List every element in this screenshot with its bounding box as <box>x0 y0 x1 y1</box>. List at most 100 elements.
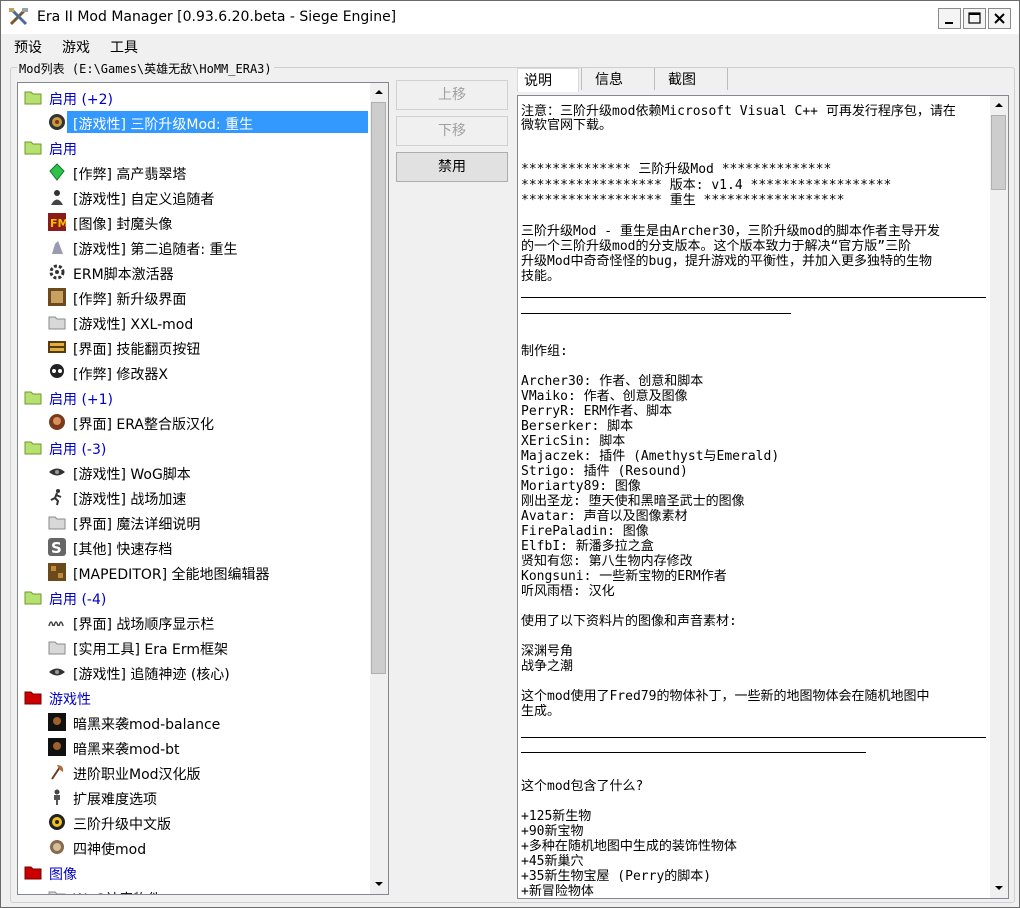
mod-list-item[interactable]: [界面] ERA整合版汉化 <box>18 410 368 434</box>
mod-list-item[interactable]: 暗黑来袭mod-bt <box>18 735 368 759</box>
mod-list-item[interactable]: [作弊] 修改器X <box>18 360 368 384</box>
description-scroll-thumb[interactable] <box>991 115 1006 190</box>
upgrade-panel-icon <box>48 288 66 306</box>
divider <box>521 313 791 314</box>
mod-list-item[interactable]: WoG神奇物件 <box>18 885 368 894</box>
mod-category[interactable]: 图像 <box>18 860 368 884</box>
mod-list-item[interactable]: 进阶职业Mod汉化版 <box>18 760 368 784</box>
close-button[interactable] <box>988 8 1011 29</box>
description-line: 使用了以下资料片的图像和声音素材: <box>521 614 737 629</box>
description-scrollbar[interactable] <box>990 96 1008 898</box>
scroll-up-icon[interactable] <box>370 83 388 101</box>
svg-text:FM: FM <box>50 217 66 230</box>
hero-silhouette-icon <box>48 188 66 206</box>
mod-list-scroll-thumb[interactable] <box>371 102 386 674</box>
mod-label: 进阶职业Mod汉化版 <box>73 767 201 783</box>
mod-list-item[interactable]: 三阶升级中文版 <box>18 810 368 834</box>
description-line: 生成。 <box>521 704 561 719</box>
description-line: +90新宝物 <box>521 824 584 839</box>
description-line: Avatar: 声音以及图像素材 <box>521 509 688 524</box>
mod-label: 图像 <box>49 867 77 883</box>
description-line: Majaczek: 插件 (Amethyst与Emerald) <box>521 449 780 464</box>
scroll-up-icon[interactable] <box>990 96 1008 114</box>
window-title: Era II Mod Manager [0.93.6.20.beta - Sie… <box>37 9 397 25</box>
minimize-button[interactable] <box>938 8 961 29</box>
mod-list-item[interactable]: 扩展难度选项 <box>18 785 368 809</box>
mod-list-item[interactable]: [界面] 魔法详细说明 <box>18 510 368 534</box>
mod-list-item[interactable]: 暗黑来袭mod-balance <box>18 710 368 734</box>
description-line: 这个mod使用了Fred79的物体补丁，一些新的地图物体会在随机地图中 <box>521 689 930 704</box>
mod-list-item[interactable]: [游戏性] 战场加速 <box>18 485 368 509</box>
description-box[interactable]: 注意：三阶升级mod依赖Microsoft Visual C++ 可再发行程序包… <box>517 95 1009 899</box>
mod-label: [界面] 战场顺序显示栏 <box>73 617 215 633</box>
mod-category[interactable]: 启用 (+2) <box>18 85 368 109</box>
mod-list-item[interactable]: [作弊] 高产翡翠塔 <box>18 160 368 184</box>
mod-list-item[interactable]: [游戏性] 自定义追随者 <box>18 185 368 209</box>
description-line: 的一个三阶升级mod的分支版本。这个版本致力于解决“官方版”三阶 <box>521 239 912 254</box>
grey-folder-icon <box>48 638 66 656</box>
mod-list-item[interactable]: S [其他] 快速存档 <box>18 535 368 559</box>
mod-label: [作弊] 高产翡翠塔 <box>73 167 187 183</box>
maximize-icon <box>968 12 981 24</box>
mod-category[interactable]: 游戏性 <box>18 685 368 709</box>
mod-list-item[interactable]: [作弊] 新升级界面 <box>18 285 368 309</box>
tab-screenshots[interactable]: 截图 <box>656 68 726 92</box>
mod-label: [游戏性] 第二追随者: 重生 <box>73 242 238 258</box>
mod-list-scrollbar[interactable] <box>370 83 388 894</box>
mod-list-label: Mod列表 (E:\Games\英雄无敌\HoMM_ERA3) <box>17 60 274 77</box>
mod-list-item[interactable]: [界面] 技能翻页按钮 <box>18 335 368 359</box>
tab-info[interactable]: 信息 <box>583 68 653 92</box>
tab-description[interactable]: 说明 <box>517 68 579 92</box>
description-text: 注意：三阶升级mod依赖Microsoft Visual C++ 可再发行程序包… <box>520 98 986 896</box>
mod-category[interactable]: 启用 (+1) <box>18 385 368 409</box>
menu-game[interactable]: 游戏 <box>62 37 90 57</box>
mod-label: [游戏性] 追随神迹 (核心) <box>73 667 230 683</box>
mod-list-item[interactable]: [游戏性] XXL-mod <box>18 310 368 334</box>
mod-category[interactable]: 启用 <box>18 135 368 159</box>
description-line: PerryR: ERM作者、脚本 <box>521 404 673 419</box>
close-icon <box>994 13 1005 24</box>
mod-label: [MAPEDITOR] 全能地图编辑器 <box>73 567 270 583</box>
mod-list-item[interactable]: [游戏性] 追随神迹 (核心) <box>18 660 368 684</box>
description-line: +新冒险物体 <box>521 884 594 896</box>
mod-label: 暗黑来袭mod-balance <box>73 717 221 733</box>
green-folder-icon <box>24 88 42 106</box>
queue-icon <box>48 613 66 631</box>
minimize-icon <box>945 22 953 24</box>
move-down-button[interactable]: 下移 <box>396 116 508 146</box>
mod-category[interactable]: 启用 (-3) <box>18 435 368 459</box>
scroll-down-icon[interactable] <box>990 879 1008 897</box>
description-line: Berserker: 脚本 <box>521 419 634 434</box>
mod-label: WoG神奇物件 <box>73 889 161 894</box>
scroll-down-icon[interactable] <box>370 875 388 893</box>
description-line: 战争之潮 <box>521 659 574 674</box>
mod-category[interactable]: 启用 (-4) <box>18 585 368 609</box>
mod-list-item[interactable]: FM [图像] 封魔头像 <box>18 210 368 234</box>
crossed-tools-icon <box>9 8 28 26</box>
grey-folder-icon <box>48 313 66 331</box>
mod-label: [界面] 魔法详细说明 <box>73 517 201 533</box>
mod-list-item[interactable]: ERM脚本激活器 <box>18 260 368 284</box>
mod-list-item[interactable]: [游戏性] 第二追随者: 重生 <box>18 235 368 259</box>
save-s-icon: S <box>48 538 66 557</box>
mod-list-item[interactable]: [游戏性] WoG脚本 <box>18 460 368 484</box>
mod-list-item[interactable]: [MAPEDITOR] 全能地图编辑器 <box>18 560 368 584</box>
mod-listbox[interactable]: 启用 (+2) [游戏性] 三阶升级Mod: 重生 启用 [作弊] 高产翡翠塔 [游戏性… <box>17 82 389 895</box>
menu-tools[interactable]: 工具 <box>110 37 138 57</box>
mod-list-item[interactable]: [游戏性] 三阶升级Mod: 重生 <box>18 110 368 134</box>
mod-list-item[interactable]: [实用工具] Era Erm框架 <box>18 635 368 659</box>
maximize-button[interactable] <box>963 8 986 29</box>
eye-icon <box>48 463 66 481</box>
mod-label: 启用 (+1) <box>49 392 114 408</box>
mod-label: [界面] 技能翻页按钮 <box>73 342 201 358</box>
mod-list-item[interactable]: 四神使mod <box>18 835 368 859</box>
move-up-button[interactable]: 上移 <box>396 80 508 110</box>
divider <box>521 752 866 753</box>
disable-button[interactable]: 禁用 <box>396 152 508 182</box>
svg-text:S: S <box>51 539 62 556</box>
mod-label: [作弊] 修改器X <box>73 367 168 383</box>
description-line: 听风雨梧: 汉化 <box>521 584 615 599</box>
mod-list-item[interactable]: [界面] 战场顺序显示栏 <box>18 610 368 634</box>
menu-presets[interactable]: 预设 <box>14 37 42 57</box>
description-line: Kongsuni: 一些新宝物的ERM作者 <box>521 569 727 584</box>
